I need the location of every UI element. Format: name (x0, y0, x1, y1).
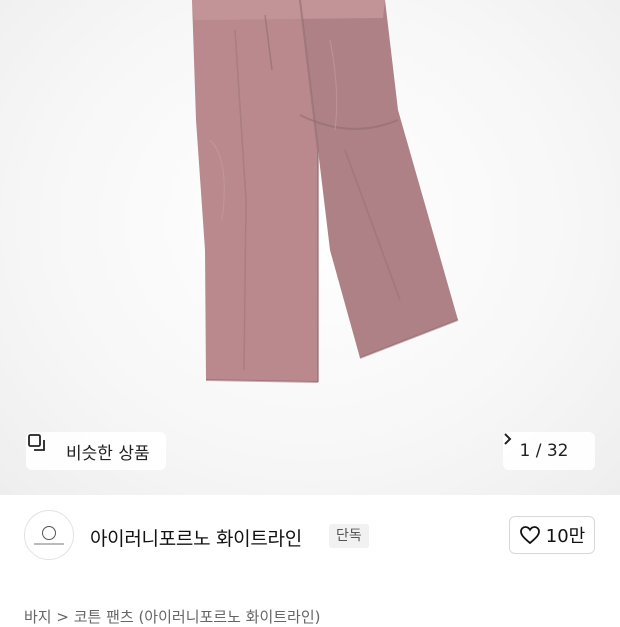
shop-logo-line (34, 542, 64, 545)
product-image[interactable]: 비슷한 상품 1 / 32 (0, 0, 620, 495)
like-count: 10만 (545, 526, 586, 547)
shop-logo[interactable] (24, 510, 74, 560)
trousers-illustration (192, 0, 459, 383)
similar-squares-icon (28, 434, 60, 462)
like-button[interactable]: 10만 (509, 516, 595, 554)
breadcrumb[interactable]: 바지 > 코튼 팬츠 (아이러니포르노 화이트라인) (24, 606, 321, 627)
shop-logo-mark (42, 525, 56, 540)
exclusive-badge: 단독 (329, 524, 369, 548)
similar-products-button[interactable]: 비슷한 상품 (26, 432, 166, 470)
similar-products-label: 비슷한 상품 (66, 443, 150, 464)
heart-icon (519, 526, 540, 545)
shop-name[interactable]: 아이러니포르노 화이트라인 (90, 524, 302, 551)
image-counter-button[interactable]: 1 / 32 (503, 432, 595, 470)
shop-row: 아이러니포르노 화이트라인 단독 10만 (0, 495, 620, 590)
image-counter-text: 1 / 32 (519, 441, 569, 461)
